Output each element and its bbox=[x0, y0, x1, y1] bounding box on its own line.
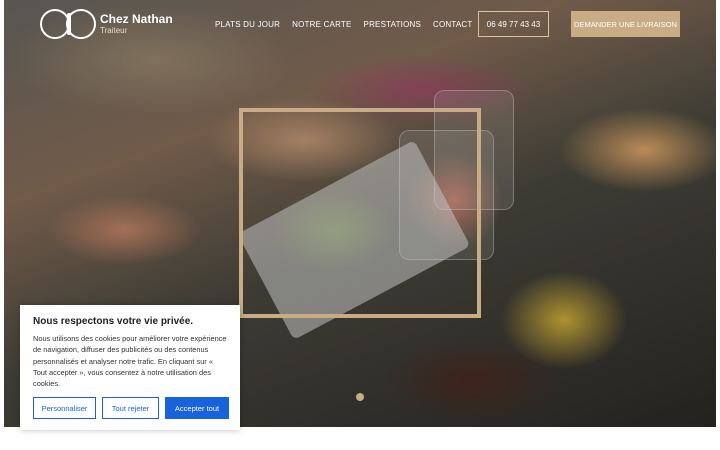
cookie-banner: Nous respectons votre vie privée. Nous u… bbox=[20, 305, 240, 430]
cookie-accept-button[interactable]: Accepter tout bbox=[165, 397, 229, 419]
cookie-title: Nous respectons votre vie privée. bbox=[33, 316, 194, 327]
nav-notre-carte[interactable]: NOTRE CARTE bbox=[292, 20, 351, 29]
nav-prestations[interactable]: PRESTATIONS bbox=[364, 20, 421, 29]
brand-tagline: Traiteur bbox=[100, 26, 128, 35]
nav-contact[interactable]: CONTACT bbox=[433, 20, 472, 29]
cookie-body: Nous utilisons des cookies pour améliore… bbox=[33, 334, 227, 389]
slider-dot[interactable] bbox=[356, 393, 364, 401]
cookie-buttons: Personnaliser Tout rejeter Accepter tout bbox=[33, 397, 229, 419]
logo[interactable]: Chez Nathan Traiteur bbox=[40, 6, 175, 42]
phone-button[interactable]: 06 49 77 43 43 bbox=[478, 11, 549, 37]
decorative-frame bbox=[239, 108, 481, 318]
delivery-request-button[interactable]: DEMANDER UNE LIVRAISON bbox=[571, 11, 680, 37]
brand-name: Chez Nathan bbox=[100, 12, 173, 26]
cookie-reject-button[interactable]: Tout rejeter bbox=[102, 397, 159, 419]
nav-plats-du-jour[interactable]: PLATS DU JOUR bbox=[215, 20, 280, 29]
main-nav: PLATS DU JOUR NOTRE CARTE PRESTATIONS CO… bbox=[215, 20, 473, 29]
logo-text: Chez Nathan Traiteur bbox=[100, 13, 173, 35]
page: Chez Nathan Traiteur PLATS DU JOUR NOTRE… bbox=[0, 0, 720, 450]
cookie-customize-button[interactable]: Personnaliser bbox=[33, 397, 96, 419]
logo-mark-icon bbox=[40, 7, 98, 41]
